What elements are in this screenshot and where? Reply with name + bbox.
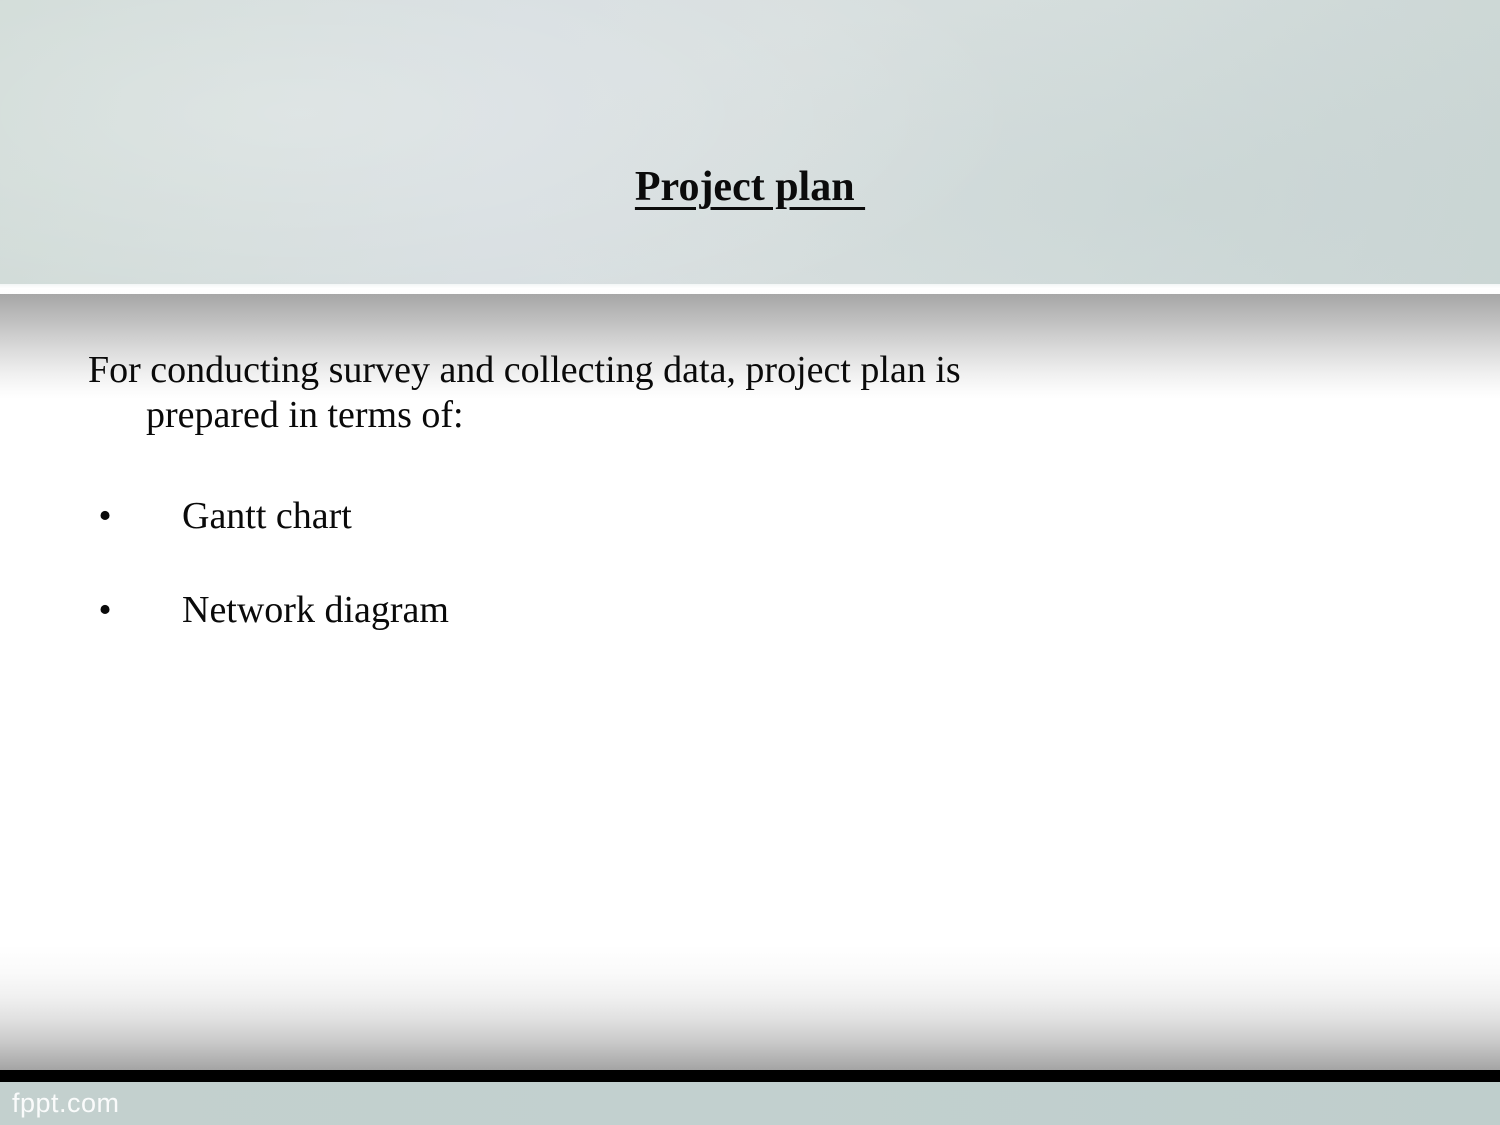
list-item: • Network diagram xyxy=(88,588,1412,633)
watermark-label: fppt.com xyxy=(12,1088,120,1118)
slide-body: For conducting survey and collecting dat… xyxy=(88,348,1412,633)
intro-paragraph: For conducting survey and collecting dat… xyxy=(88,348,1412,438)
slide-footer-band: fppt.com xyxy=(0,1082,1500,1125)
list-item-label: Gantt chart xyxy=(182,494,352,537)
bullet-point-icon: • xyxy=(98,589,112,632)
slide-header-band xyxy=(0,0,1500,284)
title-container: Project plan xyxy=(0,163,1500,213)
intro-paragraph-main: For conducting survey and collecting dat… xyxy=(88,349,961,391)
list-item: • Gantt chart xyxy=(88,494,1412,539)
list-item-label: Network diagram xyxy=(182,589,449,632)
header-highlight-line xyxy=(0,284,1500,294)
page-title: Project plan xyxy=(634,164,866,210)
bullet-point-icon: • xyxy=(98,494,112,537)
bullet-list: • Gantt chart • Network diagram xyxy=(88,494,1412,634)
footer-gradient xyxy=(0,945,1500,1070)
intro-paragraph-continuation: prepared in terms of: xyxy=(146,393,464,436)
footer-divider xyxy=(0,1070,1500,1082)
presentation-slide: Project plan For conducting survey and c… xyxy=(0,0,1500,1125)
